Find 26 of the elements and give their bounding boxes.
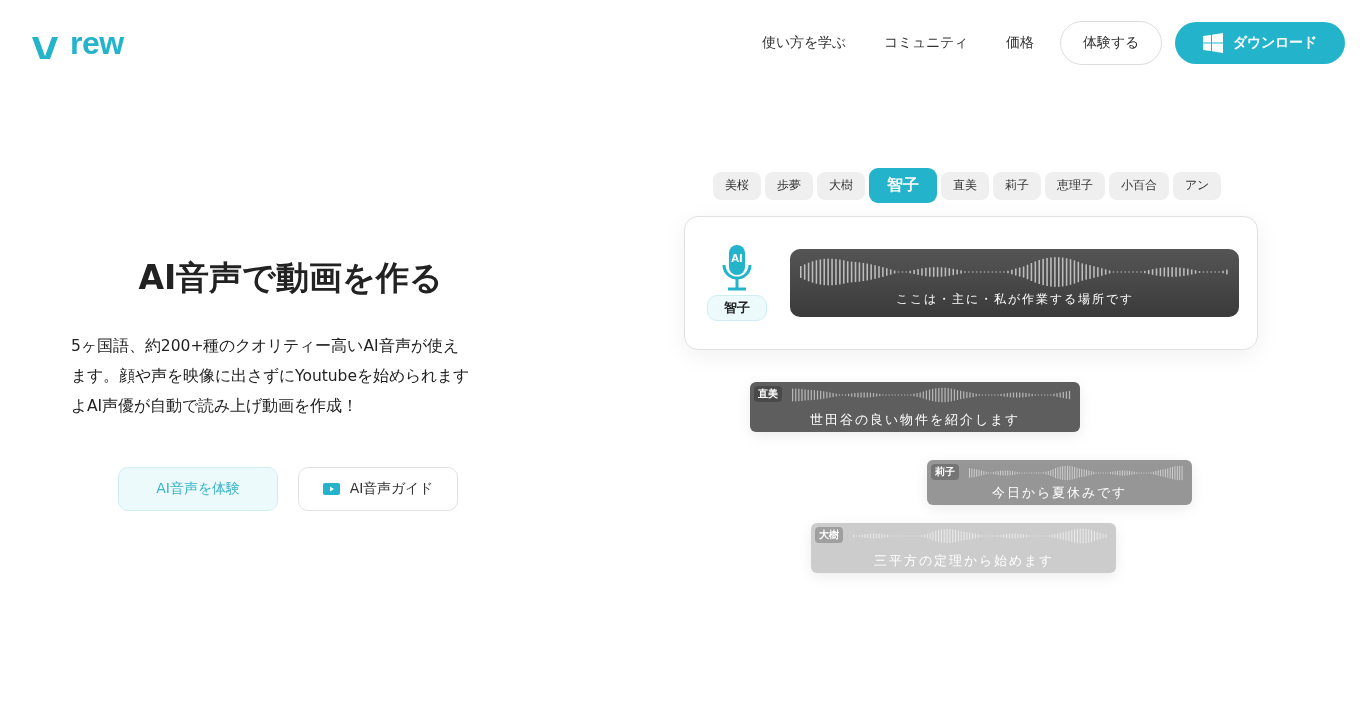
microphone-icon [721, 245, 753, 291]
nav-link[interactable]: 価格 [987, 34, 1053, 52]
speaker-tag: 莉子 [931, 464, 959, 480]
hero-title: AI音声で動画を作る [138, 257, 444, 299]
speaker-tag: 直美 [754, 386, 782, 402]
windows-icon [1203, 33, 1223, 53]
nav-link[interactable]: 使い方を学ぶ [743, 34, 865, 52]
voice-tab[interactable]: 歩夢 [765, 171, 813, 200]
mic-label: AI [730, 253, 744, 264]
try-button[interactable]: 体験する [1060, 21, 1162, 65]
speaker-name: 智子 [707, 295, 767, 321]
voice-tab[interactable]: 直美 [941, 171, 989, 200]
hero-description: 5ヶ国語、約200+種のクオリティー高いAI音声が使え ます。顔や声を映像に出さずにYoutubeを始められます よAI声優が自動で読み上げ動画を作成！ [71, 336, 470, 417]
guide-button[interactable]: AI音声ガイド [298, 467, 458, 511]
voice-tab[interactable]: 大樹 [817, 171, 865, 200]
caption: 今日から夏休みです [992, 485, 1127, 501]
voice-tab[interactable]: 莉子 [993, 171, 1041, 200]
caption: ここは・主に・私が作業する場所です [895, 291, 1134, 307]
play-icon [322, 483, 340, 495]
voice-tab[interactable]: 美桜 [713, 171, 761, 200]
caption: 世田谷の良い物件を紹介します [810, 412, 1020, 428]
voice-tab[interactable]: 恵理子 [1045, 171, 1105, 200]
nav-link[interactable]: コミュニティ [865, 34, 987, 52]
voice-tab[interactable]: 小百合 [1109, 171, 1169, 200]
speaker-tag: 大樹 [815, 527, 843, 543]
voice-tab[interactable]: アン [1173, 171, 1221, 200]
